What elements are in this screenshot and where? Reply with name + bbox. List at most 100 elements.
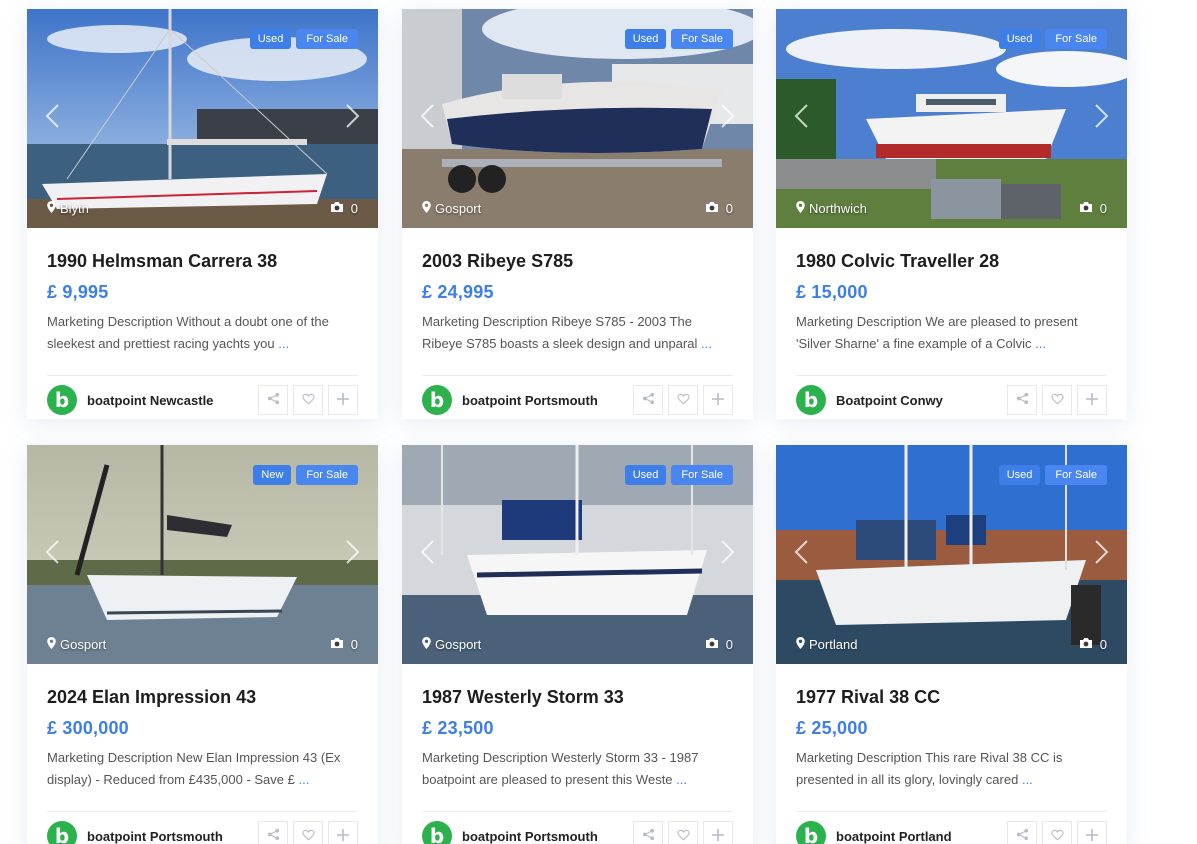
share-button[interactable] bbox=[258, 385, 288, 415]
dealer-name[interactable]: boatpoint Newcastle bbox=[87, 393, 253, 408]
share-button[interactable] bbox=[633, 821, 663, 844]
location-label: Gosport bbox=[60, 637, 107, 652]
location-label: Northwich bbox=[809, 201, 867, 216]
listing-price: £ 9,995 bbox=[47, 282, 109, 302]
condition-badge: Used bbox=[998, 29, 1041, 49]
listing-footer: b boatpoint Portland bbox=[796, 812, 1107, 844]
chevron-right-icon[interactable] bbox=[344, 540, 360, 564]
listing-badges: Used For Sale bbox=[998, 465, 1107, 485]
photo-count-value: 0 bbox=[1099, 201, 1107, 216]
read-more-link[interactable]: ... bbox=[701, 336, 712, 351]
dealer-name[interactable]: boatpoint Portsmouth bbox=[87, 829, 253, 844]
dealer-name[interactable]: boatpoint Portland bbox=[836, 829, 1002, 844]
listing-title[interactable]: 1977 Rival 38 CC bbox=[796, 686, 1107, 708]
share-button[interactable] bbox=[258, 821, 288, 844]
share-button[interactable] bbox=[1007, 821, 1037, 844]
chevron-right-icon[interactable] bbox=[1093, 104, 1109, 128]
dealer-name[interactable]: boatpoint Portsmouth bbox=[462, 829, 628, 844]
dealer-avatar[interactable]: b bbox=[422, 385, 452, 415]
plus-icon bbox=[712, 828, 724, 844]
camera-icon bbox=[1079, 201, 1093, 216]
chevron-right-icon[interactable] bbox=[1093, 540, 1109, 564]
camera-icon bbox=[330, 637, 344, 652]
dealer-avatar[interactable]: b bbox=[796, 385, 826, 415]
listing-media[interactable]: Used For Sale Gosport 0 bbox=[402, 445, 753, 664]
listing-card[interactable]: Used For Sale Northwich 0 1980 Colvic Tr… bbox=[776, 9, 1127, 419]
listing-title[interactable]: 2024 Elan Impression 43 bbox=[47, 686, 358, 708]
listing-badges: Used For Sale bbox=[624, 29, 733, 49]
photo-count-value: 0 bbox=[350, 637, 358, 652]
map-pin-icon bbox=[47, 637, 56, 652]
listing-media[interactable]: Used For Sale Gosport 0 bbox=[402, 9, 753, 228]
favorite-button[interactable] bbox=[1042, 385, 1072, 415]
favorite-button[interactable] bbox=[293, 385, 323, 415]
heart-icon bbox=[676, 392, 690, 408]
listing-badges: Used For Sale bbox=[998, 29, 1107, 49]
chevron-left-icon[interactable] bbox=[420, 540, 436, 564]
share-icon bbox=[1016, 392, 1029, 408]
compare-button[interactable] bbox=[1077, 821, 1107, 844]
listing-price: £ 23,500 bbox=[422, 718, 494, 738]
chevron-left-icon[interactable] bbox=[420, 104, 436, 128]
listing-card[interactable]: Used For Sale Blyth 0 1990 Helmsman Carr… bbox=[27, 9, 378, 419]
favorite-button[interactable] bbox=[1042, 821, 1072, 844]
listing-media[interactable]: Used For Sale Northwich 0 bbox=[776, 9, 1127, 228]
listing-title[interactable]: 1980 Colvic Traveller 28 bbox=[796, 250, 1107, 272]
dealer-avatar[interactable]: b bbox=[796, 821, 826, 844]
share-button[interactable] bbox=[633, 385, 663, 415]
dealer-avatar[interactable]: b bbox=[47, 821, 77, 844]
read-more-link[interactable]: ... bbox=[298, 772, 309, 787]
location-label: Blyth bbox=[60, 201, 89, 216]
share-icon bbox=[267, 392, 280, 408]
chevron-right-icon[interactable] bbox=[719, 104, 735, 128]
listing-media[interactable]: Used For Sale Blyth 0 bbox=[27, 9, 378, 228]
chevron-right-icon[interactable] bbox=[719, 540, 735, 564]
favorite-button[interactable] bbox=[668, 385, 698, 415]
condition-badge: Used bbox=[998, 465, 1041, 485]
listing-title[interactable]: 1987 Westerly Storm 33 bbox=[422, 686, 733, 708]
sale-status-badge: For Sale bbox=[296, 29, 358, 49]
chevron-left-icon[interactable] bbox=[794, 540, 810, 564]
sale-status-badge: For Sale bbox=[1045, 29, 1107, 49]
chevron-left-icon[interactable] bbox=[45, 104, 61, 128]
map-pin-icon bbox=[47, 201, 56, 216]
plus-icon bbox=[337, 828, 349, 844]
chevron-left-icon[interactable] bbox=[45, 540, 61, 564]
share-button[interactable] bbox=[1007, 385, 1037, 415]
heart-icon bbox=[676, 828, 690, 844]
favorite-button[interactable] bbox=[293, 821, 323, 844]
compare-button[interactable] bbox=[328, 821, 358, 844]
photo-count: 0 bbox=[1079, 637, 1107, 652]
listing-card[interactable]: New For Sale Gosport 0 2024 Elan Impress… bbox=[27, 445, 378, 844]
compare-button[interactable] bbox=[703, 385, 733, 415]
share-icon bbox=[1016, 828, 1029, 844]
listing-media[interactable]: New For Sale Gosport 0 bbox=[27, 445, 378, 664]
favorite-button[interactable] bbox=[668, 821, 698, 844]
read-more-link[interactable]: ... bbox=[1022, 772, 1033, 787]
listing-card[interactable]: Used For Sale Gosport 0 1987 Westerly St… bbox=[402, 445, 753, 844]
listing-title[interactable]: 1990 Helmsman Carrera 38 bbox=[47, 250, 358, 272]
listing-media[interactable]: Used For Sale Portland 0 bbox=[776, 445, 1127, 664]
dealer-name[interactable]: boatpoint Portsmouth bbox=[462, 393, 628, 408]
map-pin-icon bbox=[796, 201, 805, 216]
dealer-avatar[interactable]: b bbox=[47, 385, 77, 415]
map-pin-icon bbox=[796, 637, 805, 652]
read-more-link[interactable]: ... bbox=[676, 772, 687, 787]
read-more-link[interactable]: ... bbox=[278, 336, 289, 351]
compare-button[interactable] bbox=[328, 385, 358, 415]
compare-button[interactable] bbox=[1077, 385, 1107, 415]
plus-icon bbox=[1086, 392, 1098, 408]
heart-icon bbox=[1050, 392, 1064, 408]
heart-icon bbox=[301, 828, 315, 844]
compare-button[interactable] bbox=[703, 821, 733, 844]
listing-card[interactable]: Used For Sale Portland 0 1977 Rival 38 C… bbox=[776, 445, 1127, 844]
listing-card[interactable]: Used For Sale Gosport 0 2003 Ribeye S785… bbox=[402, 9, 753, 419]
photo-count-value: 0 bbox=[725, 637, 733, 652]
listing-location: Gosport bbox=[422, 201, 481, 216]
listing-title[interactable]: 2003 Ribeye S785 bbox=[422, 250, 733, 272]
dealer-avatar[interactable]: b bbox=[422, 821, 452, 844]
chevron-left-icon[interactable] bbox=[794, 104, 810, 128]
chevron-right-icon[interactable] bbox=[344, 104, 360, 128]
dealer-name[interactable]: Boatpoint Conwy bbox=[836, 393, 1002, 408]
read-more-link[interactable]: ... bbox=[1035, 336, 1046, 351]
